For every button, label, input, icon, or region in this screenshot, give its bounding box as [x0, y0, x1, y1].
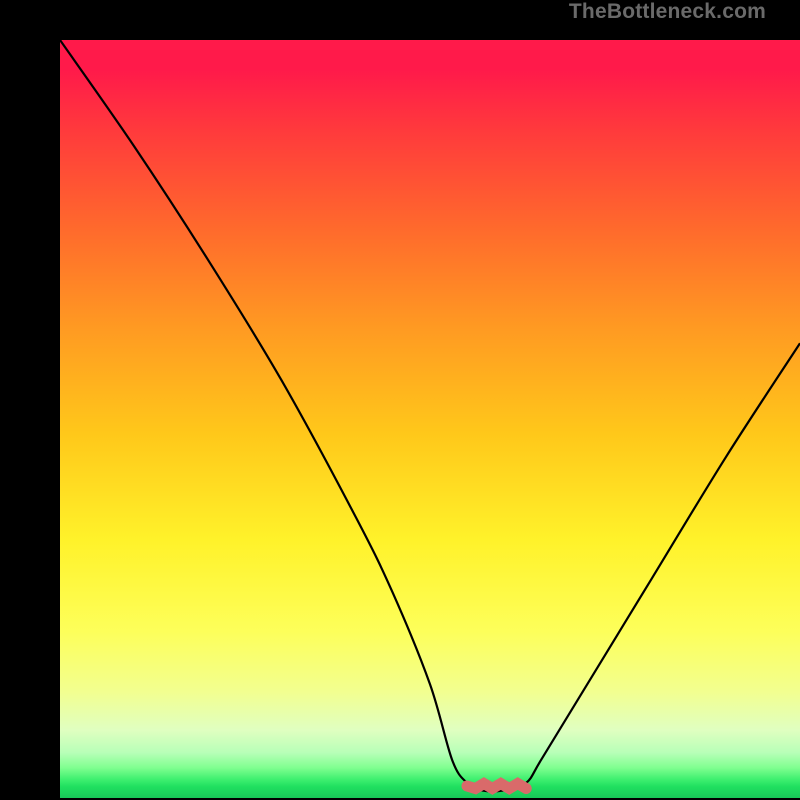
curve-line [60, 40, 800, 791]
watermark-text: TheBottleneck.com [569, 0, 766, 24]
bottleneck-curve [60, 40, 800, 798]
valley-highlight [467, 784, 526, 789]
plot-area [60, 40, 800, 798]
chart-frame [0, 0, 800, 800]
